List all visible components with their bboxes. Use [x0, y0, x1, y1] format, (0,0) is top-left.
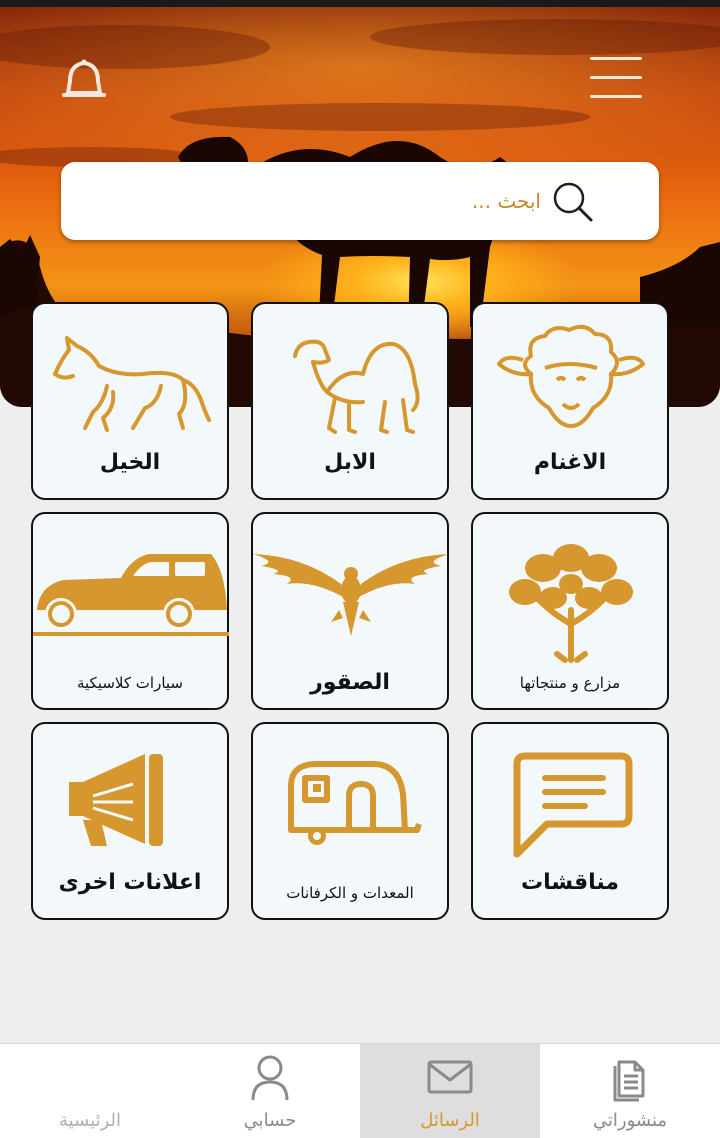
nav-tab-my-posts[interactable]: منشوراتي	[540, 1044, 720, 1138]
documents-icon	[613, 1060, 645, 1102]
classic-car-icon	[33, 554, 229, 636]
megaphone-icon	[69, 754, 163, 846]
bottom-navigation: منشوراتي الرسائل حسابي الرئيسية	[0, 1043, 720, 1138]
category-tile-discussions[interactable]: مناقشات	[471, 722, 669, 920]
category-label: المعدات و الكرفانات	[286, 884, 414, 902]
caravan-icon	[288, 761, 422, 845]
search-bar[interactable]	[61, 162, 659, 240]
category-label: الاغنام	[533, 450, 607, 475]
category-label: الابل	[324, 450, 376, 475]
category-tile-equipment[interactable]: المعدات و الكرفانات	[251, 722, 449, 920]
category-tile-sheep[interactable]: الاغنام	[471, 302, 669, 500]
category-tile-horse[interactable]: الخيل	[31, 302, 229, 500]
envelope-icon	[427, 1060, 473, 1094]
nav-label: منشوراتي	[592, 1110, 668, 1131]
category-tile-falcons[interactable]: الصقور	[251, 512, 449, 710]
falcon-icon	[253, 554, 449, 636]
camel-icon	[293, 339, 420, 434]
chat-bubble-icon	[513, 752, 633, 858]
category-label: سيارات كلاسيكية	[76, 674, 183, 692]
category-tile-farms[interactable]: مزارع و منتجاتها	[471, 512, 669, 710]
nav-tab-home[interactable]: الرئيسية	[0, 1044, 180, 1138]
category-label: الخيل	[99, 450, 161, 475]
nav-tab-messages[interactable]: الرسائل	[360, 1044, 540, 1138]
status-bar	[0, 0, 720, 7]
bell-icon[interactable]	[58, 59, 110, 105]
search-icon[interactable]	[551, 180, 595, 224]
category-tile-camel[interactable]: الابل	[251, 302, 449, 500]
user-icon	[251, 1055, 289, 1101]
sheep-icon	[497, 324, 645, 428]
nav-tab-account[interactable]: حسابي	[180, 1044, 360, 1138]
category-tile-classic-cars[interactable]: سيارات كلاسيكية	[31, 512, 229, 710]
search-input[interactable]	[211, 182, 541, 220]
category-tile-other-ads[interactable]: اعلانات اخرى	[31, 722, 229, 920]
nav-label: الرسائل	[420, 1110, 480, 1131]
category-label: اعلانات اخرى	[58, 870, 202, 895]
category-label: الصقور	[310, 670, 390, 695]
hamburger-menu-icon[interactable]	[590, 57, 642, 101]
horse-icon	[53, 336, 211, 432]
nav-label: الرئيسية	[59, 1110, 121, 1131]
nav-label: حسابي	[243, 1110, 297, 1131]
category-label: مزارع و منتجاتها	[519, 674, 621, 692]
category-label: مناقشات	[520, 870, 620, 895]
tree-icon	[509, 544, 633, 663]
